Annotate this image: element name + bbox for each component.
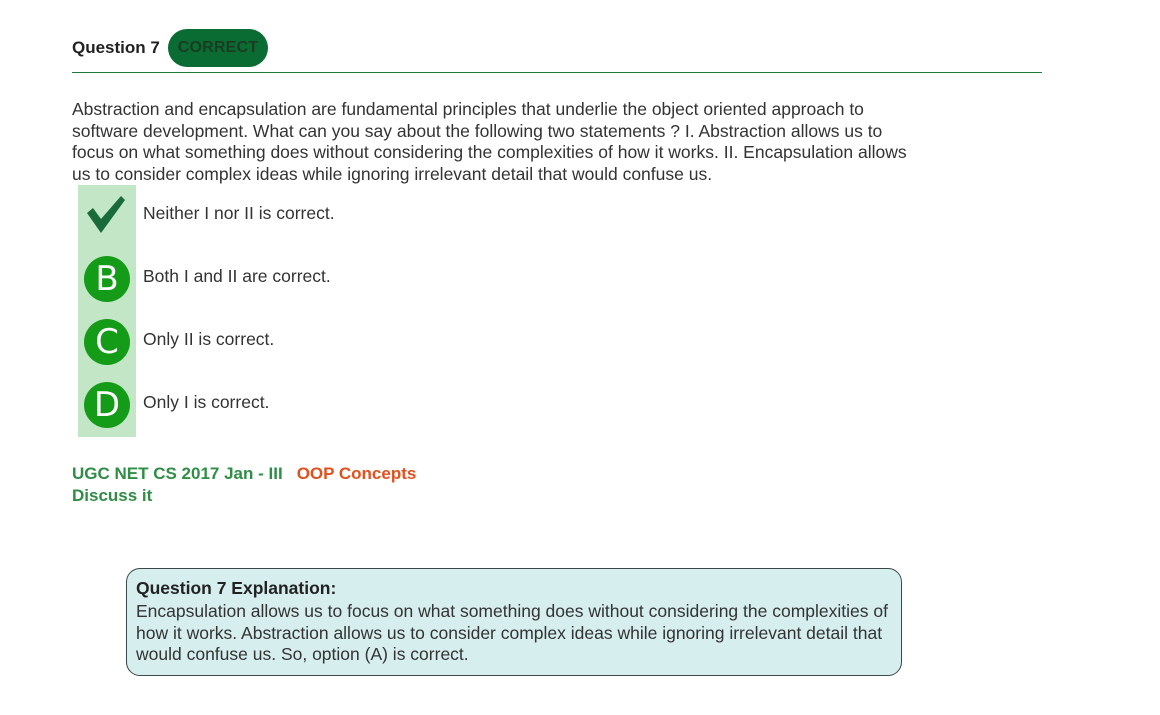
quiz-page: Question 7 CORRECT Abstraction and encap… bbox=[0, 0, 1160, 715]
option-d[interactable]: D Only I is correct. bbox=[84, 380, 684, 428]
explanation-text: Encapsulation allows us to focus on what… bbox=[136, 601, 888, 664]
question-text: Abstraction and encapsulation are fundam… bbox=[72, 99, 907, 184]
option-b-text: Both I and II are correct. bbox=[143, 266, 331, 286]
option-d-text: Only I is correct. bbox=[143, 392, 270, 412]
option-c-marker: C bbox=[84, 319, 130, 365]
option-c[interactable]: C Only II is correct. bbox=[84, 317, 684, 365]
explanation-title: Question 7 Explanation: bbox=[136, 578, 337, 598]
question-tags: UGC NET CS 2017 Jan - III OOP Concepts Di… bbox=[72, 463, 416, 507]
option-b[interactable]: B Both I and II are correct. bbox=[84, 254, 684, 302]
status-badge: CORRECT bbox=[168, 29, 268, 67]
topic-tag-link[interactable]: OOP Concepts bbox=[297, 464, 417, 483]
option-a-text: Neither I nor II is correct. bbox=[143, 203, 335, 223]
option-b-marker: B bbox=[84, 256, 130, 302]
exam-tag-link[interactable]: UGC NET CS 2017 Jan - III bbox=[72, 464, 283, 483]
option-d-marker: D bbox=[84, 382, 130, 428]
check-mark-icon bbox=[84, 191, 128, 235]
option-a[interactable]: Neither I nor II is correct. bbox=[84, 191, 684, 239]
question-header: Question 7 CORRECT bbox=[72, 29, 1042, 73]
discuss-link[interactable]: Discuss it bbox=[72, 485, 416, 507]
option-c-text: Only II is correct. bbox=[143, 329, 275, 349]
explanation-box: Question 7 Explanation: Encapsulation al… bbox=[126, 568, 902, 676]
question-title: Question 7 bbox=[72, 38, 160, 57]
